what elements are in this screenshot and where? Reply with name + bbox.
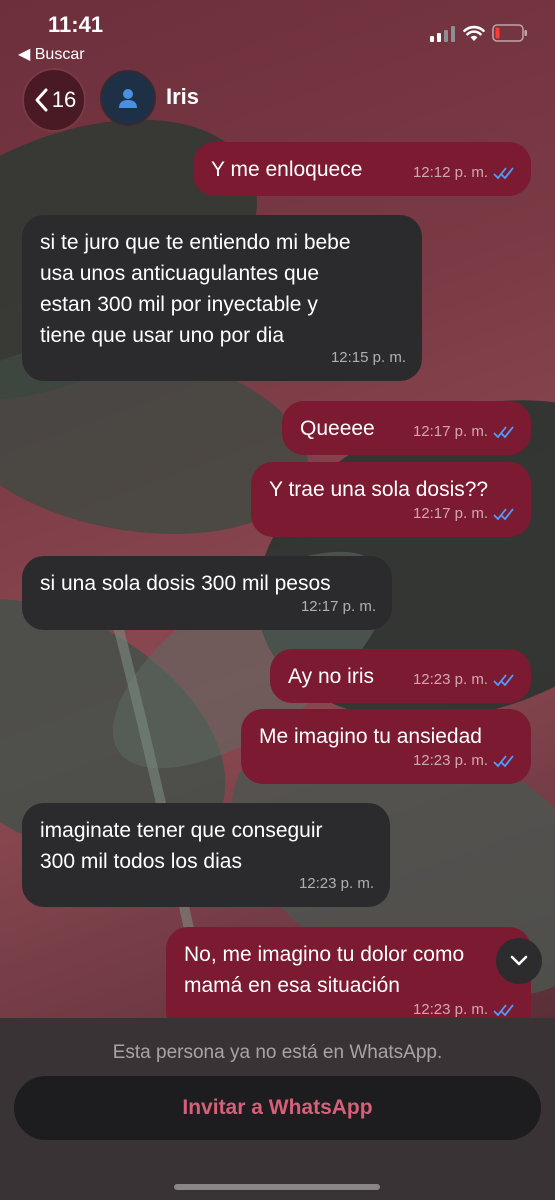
chat-header: 16 Iris <box>0 62 555 138</box>
message-bubble-outgoing[interactable]: Ay no iris 12:23 p. m. <box>270 649 531 703</box>
read-receipt-icon <box>493 507 514 520</box>
read-receipt-icon <box>493 166 514 179</box>
message-bubble-incoming[interactable]: imaginate tener que conseguir 300 mil to… <box>22 803 390 907</box>
message-bubble-outgoing[interactable]: Y me enloquece 12:12 p. m. <box>193 142 531 196</box>
read-receipt-icon <box>493 425 514 438</box>
avatar[interactable] <box>100 70 156 126</box>
chevron-left-icon <box>35 88 48 112</box>
status-time: 11:41 <box>48 12 104 37</box>
chat-footer: Esta persona ya no está en WhatsApp. Inv… <box>0 1018 555 1200</box>
message-bubble-outgoing[interactable]: Me imagino tu ansiedad 12:23 p. m. <box>241 709 531 784</box>
read-receipt-icon <box>493 1003 514 1016</box>
signal-icon <box>430 26 455 42</box>
chevron-down-icon <box>510 955 528 966</box>
read-receipt-icon <box>493 754 514 767</box>
back-to-app-link[interactable]: ◀ Buscar <box>18 44 85 64</box>
unread-count: 16 <box>51 87 77 112</box>
message-text: No, me imagino tu dolor como mamá en esa… <box>184 943 465 997</box>
battery-icon <box>492 24 527 42</box>
scroll-to-bottom-button[interactable] <box>496 938 542 984</box>
back-button[interactable]: 16 <box>22 68 86 132</box>
message-bubble-outgoing[interactable]: No, me imagino tu dolor como mamá en esa… <box>166 927 531 1018</box>
message-list[interactable]: Y me enloquece 12:12 p. m. si te juro qu… <box>0 138 555 1018</box>
message-time: 12:17 p. m. <box>412 505 488 522</box>
person-icon <box>119 89 137 108</box>
message-bubble-outgoing[interactable]: Queeee 12:17 p. m. <box>282 401 531 455</box>
invite-to-whatsapp-button[interactable]: Invitar a WhatsApp <box>14 1076 541 1140</box>
message-bubble-incoming[interactable]: si te juro que te entiendo mi bebe usa u… <box>22 215 422 381</box>
message-time: 12:15 p. m. <box>330 349 406 366</box>
message-time: 12:23 p. m. <box>298 875 374 892</box>
status-bar: 11:41 ◀ Buscar <box>0 0 555 63</box>
message-time: 12:17 p. m. <box>412 423 488 440</box>
message-time: 12:23 p. m. <box>412 1001 488 1018</box>
message-time: 12:23 p. m. <box>412 752 488 769</box>
message-bubble-outgoing[interactable]: Y trae una sola dosis?? 12:17 p. m. <box>251 462 531 537</box>
contact-unavailable-notice: Esta persona ya no está en WhatsApp. <box>112 1042 443 1063</box>
message-time: 12:17 p. m. <box>300 598 376 615</box>
read-receipt-icon <box>493 673 514 686</box>
message-text: si te juro que te entiendo mi bebe usa u… <box>40 231 351 347</box>
message-bubble-incoming[interactable]: si una sola dosis 300 mil pesos 12:17 p.… <box>22 556 392 630</box>
message-time: 12:23 p. m. <box>412 671 488 688</box>
wifi-icon <box>463 25 485 41</box>
contact-name[interactable]: Iris <box>166 84 199 110</box>
home-indicator[interactable] <box>174 1184 380 1190</box>
message-time: 12:12 p. m. <box>412 164 488 181</box>
